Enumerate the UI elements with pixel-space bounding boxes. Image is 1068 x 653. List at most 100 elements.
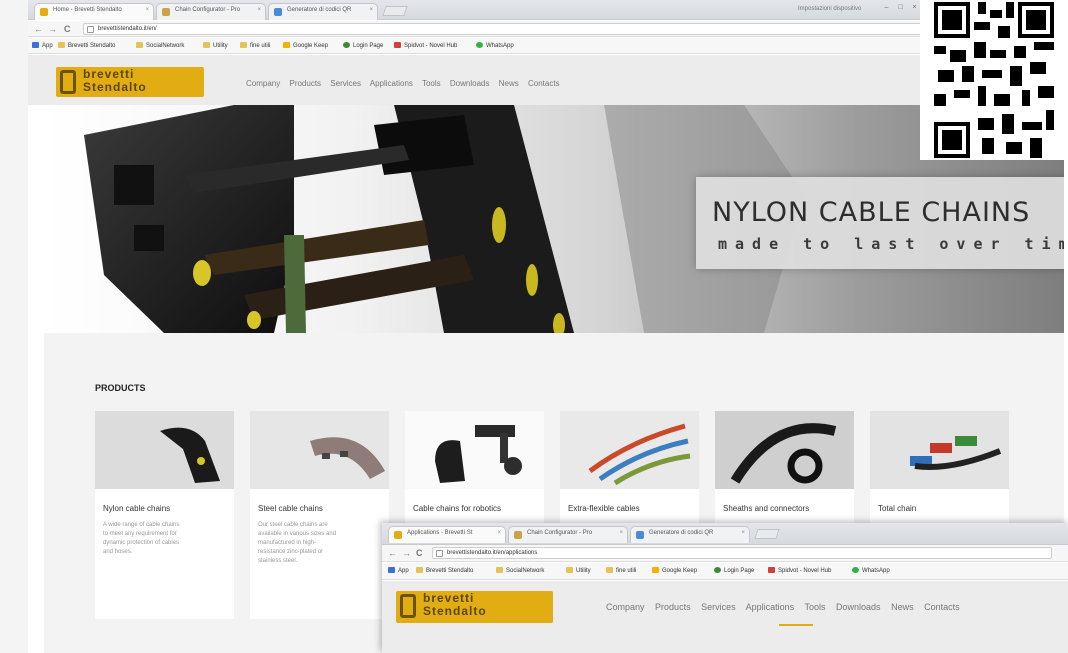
minimize-button[interactable]: – [880, 3, 893, 12]
menu-products[interactable]: Products [289, 79, 321, 88]
bookmark-whatsapp[interactable]: WhatsApp [852, 567, 890, 574]
product-image [870, 411, 1009, 489]
tab-home[interactable]: Home - Brevetti Stendalto × [34, 3, 154, 20]
tab-qr-generator[interactable]: Generatore di codici QR × [630, 526, 750, 543]
products-heading: PRODUCTS [95, 383, 146, 393]
url-input[interactable]: brevettistendalto.it/en/applications [432, 547, 1052, 559]
account-label[interactable]: Impostazioni dispositivo [798, 6, 861, 12]
main-menu: Company Products Services Applications T… [246, 79, 567, 88]
bookmark-brevetti[interactable]: Brevetti Stendalto [58, 42, 115, 49]
bookmark-fine-utili[interactable]: fine utili [606, 567, 636, 574]
screenshot-stage: Home - Brevetti Stendalto × Chain Config… [0, 0, 1068, 653]
menu-downloads[interactable]: Downloads [450, 79, 490, 88]
menu-tools[interactable]: Tools [422, 79, 441, 88]
bookmarks-bar: App Brevetti Stendalto SocialNetwork Uti… [28, 38, 1068, 54]
new-tab-button[interactable] [382, 6, 407, 16]
menu-services[interactable]: Services [330, 79, 361, 88]
folder-icon [606, 567, 613, 573]
bookmark-social[interactable]: SocialNetwork [496, 567, 544, 574]
hero-banner[interactable]: NYLON CABLE CHAINS made to last over tim… [44, 105, 1064, 333]
menu-contacts[interactable]: Contacts [924, 602, 960, 612]
globe-icon [343, 42, 350, 48]
maximize-button[interactable]: □ [894, 3, 907, 12]
menu-company[interactable]: Company [606, 602, 645, 612]
tab-favicon-icon [162, 8, 170, 16]
folder-icon [58, 42, 65, 48]
menu-company[interactable]: Company [246, 79, 280, 88]
tab-close-icon[interactable]: × [619, 530, 623, 536]
tab-favicon-icon [394, 531, 402, 539]
bookmark-spidvot[interactable]: Spidvot - Novel Hub [394, 42, 457, 49]
bookmark-login[interactable]: Login Page [714, 567, 754, 574]
folder-icon [203, 42, 210, 48]
bookmark-utility[interactable]: Utility [203, 42, 228, 49]
site-header: brevettiStendalto Company Products Servi… [382, 581, 1068, 653]
bookmark-google-keep[interactable]: Google Keep [652, 567, 697, 574]
back-icon[interactable]: ← [34, 23, 43, 35]
tab-strip: Home - Brevetti Stendalto × Chain Config… [28, 0, 1068, 20]
tab-chain-configurator[interactable]: Chain Configurator - Pro × [508, 526, 628, 543]
new-tab-button[interactable] [754, 529, 779, 539]
lock-icon [87, 26, 94, 33]
bookmark-spidvot[interactable]: Spidvot - Novel Hub [768, 567, 831, 574]
menu-contacts[interactable]: Contacts [528, 79, 560, 88]
product-card[interactable]: Nylon cable chains A wide range of cable… [95, 411, 234, 619]
tab-close-icon[interactable]: × [257, 7, 261, 13]
product-name: Steel cable chains [258, 504, 386, 513]
url-input[interactable]: brevettistendalto.it/en/ [83, 23, 1043, 35]
product-name: Sheaths and connectors [723, 504, 851, 513]
bookmark-login[interactable]: Login Page [343, 42, 383, 49]
bookmarks-bar: App Brevetti Stendalto SocialNetwork Uti… [382, 563, 1068, 580]
product-description: A wide range of cable chains to meet any… [103, 521, 185, 557]
menu-news[interactable]: News [499, 79, 519, 88]
apps-icon [32, 42, 39, 48]
bookmark-app[interactable]: App [32, 42, 53, 49]
keep-icon [283, 42, 290, 48]
reload-icon[interactable]: C [416, 547, 423, 559]
tab-favicon-icon [40, 8, 48, 16]
menu-products[interactable]: Products [655, 602, 691, 612]
menu-applications[interactable]: Applications [746, 602, 795, 612]
bookmark-whatsapp[interactable]: WhatsApp [476, 42, 514, 49]
product-card[interactable]: Steel cable chains Our steel cable chain… [250, 411, 389, 619]
folder-icon [566, 567, 573, 573]
back-icon[interactable]: ← [388, 547, 397, 559]
logo-text: brevettiStendalto [423, 592, 487, 618]
bookmark-fine-utili[interactable]: fine utili [240, 42, 270, 49]
tab-applications[interactable]: Applications - Brevetti St × [388, 526, 506, 543]
bookmark-social[interactable]: SocialNetwork [136, 42, 184, 49]
menu-tools[interactable]: Tools [805, 602, 826, 612]
brand-logo[interactable]: brevettiStendalto [396, 591, 553, 623]
tab-close-icon[interactable]: × [145, 7, 149, 13]
folder-icon [240, 42, 247, 48]
main-menu: Company Products Services Applications T… [606, 602, 968, 612]
reload-icon[interactable]: C [64, 23, 71, 35]
menu-news[interactable]: News [891, 602, 914, 612]
forward-icon[interactable]: → [48, 23, 57, 35]
tab-close-icon[interactable]: × [369, 7, 373, 13]
bookmark-brevetti[interactable]: Brevetti Stendalto [416, 567, 473, 574]
brand-logo[interactable]: brevettiStendalto [56, 67, 204, 97]
tab-label: Generatore di codici QR [649, 530, 713, 536]
address-bar-row: ← → C brevettistendalto.it/en/ [28, 21, 1068, 37]
tab-favicon-icon [514, 531, 522, 539]
hero-subtitle: made to last over time [718, 235, 1064, 253]
menu-downloads[interactable]: Downloads [836, 602, 881, 612]
tab-label: Generatore di codici QR [287, 7, 351, 13]
bookmark-app[interactable]: App [388, 567, 409, 574]
menu-applications[interactable]: Applications [370, 79, 413, 88]
tab-qr-generator[interactable]: Generatore di codici QR × [268, 3, 378, 20]
tab-close-icon[interactable]: × [741, 530, 745, 536]
product-name: Extra-flexible cables [568, 504, 696, 513]
link-icon [394, 42, 401, 48]
bookmark-utility[interactable]: Utility [566, 567, 591, 574]
address-bar-row: ← → C brevettistendalto.it/en/applicatio… [382, 545, 1068, 562]
tab-chain-configurator[interactable]: Chain Configurator - Pro × [156, 3, 266, 20]
forward-icon[interactable]: → [402, 547, 411, 559]
product-name: Cable chains for robotics [413, 504, 541, 513]
keep-icon [652, 567, 659, 573]
menu-services[interactable]: Services [701, 602, 736, 612]
url-text: brevettistendalto.it/en/ [98, 26, 157, 32]
bookmark-google-keep[interactable]: Google Keep [283, 42, 328, 49]
tab-close-icon[interactable]: × [497, 530, 501, 536]
